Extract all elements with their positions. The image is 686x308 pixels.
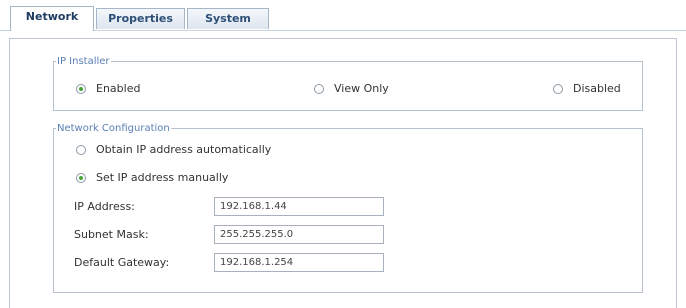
tab-divider: [0, 30, 686, 31]
default-gateway-label: Default Gateway:: [74, 256, 170, 269]
ip-address-input[interactable]: [214, 197, 384, 216]
radio-obtain-ip-auto-circle[interactable]: [76, 144, 86, 155]
radio-enabled-label: Enabled: [96, 82, 141, 95]
radio-set-ip-manually[interactable]: Set IP address manually: [76, 171, 228, 184]
network-configuration-legend: Network Configuration: [57, 123, 170, 134]
radio-disabled-label: Disabled: [573, 82, 621, 95]
radio-view-only-circle[interactable]: [314, 83, 324, 94]
ip-installer-group: IP Installer Enabled View Only Disabled: [53, 56, 643, 111]
ip-address-label: IP Address:: [74, 200, 135, 213]
radio-set-ip-manually-circle[interactable]: [76, 172, 86, 183]
tab-properties[interactable]: Properties: [96, 8, 185, 29]
radio-obtain-ip-auto-label: Obtain IP address automatically: [96, 143, 272, 156]
network-settings-page: Network Properties System IP Installer E…: [0, 0, 686, 308]
radio-disabled-circle[interactable]: [553, 83, 563, 94]
radio-disabled[interactable]: Disabled: [553, 82, 621, 95]
radio-view-only[interactable]: View Only: [314, 82, 389, 95]
radio-enabled-circle[interactable]: [76, 83, 86, 94]
tab-network[interactable]: Network: [10, 6, 94, 31]
tab-bar: Network Properties System: [0, 0, 686, 31]
radio-view-only-label: View Only: [334, 82, 389, 95]
radio-obtain-ip-auto[interactable]: Obtain IP address automatically: [76, 143, 271, 156]
subnet-mask-input[interactable]: [214, 225, 384, 244]
subnet-mask-label: Subnet Mask:: [74, 228, 149, 241]
radio-enabled[interactable]: Enabled: [76, 82, 140, 95]
network-panel: IP Installer Enabled View Only Disabled …: [9, 38, 677, 308]
default-gateway-input[interactable]: [214, 253, 384, 272]
tab-system[interactable]: System: [187, 8, 269, 29]
radio-set-ip-manually-label: Set IP address manually: [96, 171, 229, 184]
network-configuration-group: Network Configuration Obtain IP address …: [53, 123, 643, 293]
ip-installer-legend: IP Installer: [57, 56, 110, 67]
